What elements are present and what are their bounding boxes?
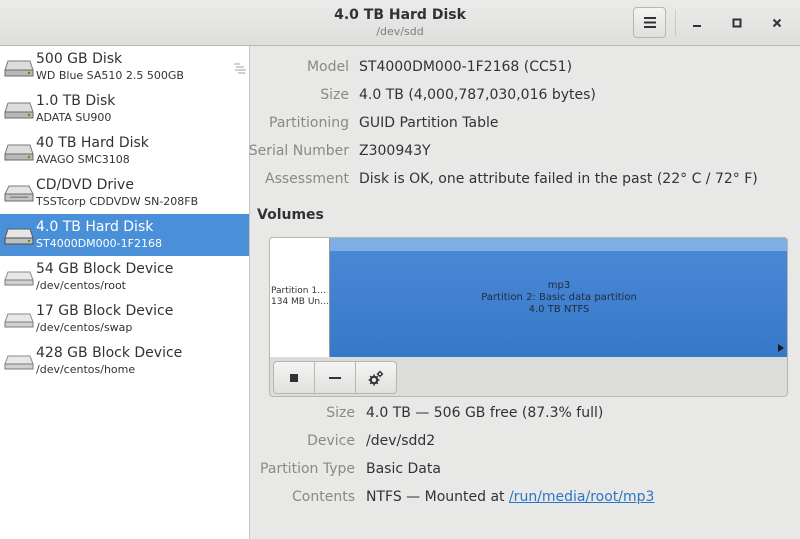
- sidebar-item-500gb-disk[interactable]: 500 GB Disk WD Blue SA510 2.5 500GB: [0, 46, 249, 88]
- partition-2-text: mp3 Partition 2: Basic data partition 4.…: [330, 280, 787, 316]
- hamburger-icon: [643, 17, 656, 28]
- block-device-icon: [4, 271, 34, 286]
- maximize-button[interactable]: [724, 10, 750, 36]
- drive-description: ST4000DM000-1F2168: [36, 237, 162, 250]
- minimize-button[interactable]: [684, 10, 710, 36]
- partition-1-size: 134 MB Un…: [271, 297, 329, 307]
- model-label: Model: [306, 59, 349, 75]
- serial-number-label: Serial Number: [248, 143, 349, 159]
- drive-name: CD/DVD Drive: [36, 177, 134, 193]
- drive-description: TSSTcorp CDDVDW SN-208FB: [36, 195, 199, 208]
- partition-type-value: Basic Data: [366, 461, 441, 477]
- partition-size-label: Size: [326, 405, 355, 421]
- drive-name: 40 TB Hard Disk: [36, 135, 149, 151]
- partition-1-block[interactable]: Partition 1… 134 MB Un…: [270, 238, 330, 357]
- drive-name: 500 GB Disk: [36, 51, 123, 67]
- window-subtitle: /dev/sdd: [376, 25, 424, 38]
- partition-2-selection-strip: [330, 238, 787, 251]
- volumes-heading: Volumes: [257, 207, 324, 223]
- sidebar-item-1tb-disk[interactable]: 1.0 TB Disk ADATA SU900: [0, 88, 249, 130]
- sidebar-item-cd-dvd-drive[interactable]: CD/DVD Drive TSSTcorp CDDVDW SN-208FB: [0, 172, 249, 214]
- drive-name: 4.0 TB Hard Disk: [36, 219, 154, 235]
- sidebar-item-17gb-block-device[interactable]: 17 GB Block Device /dev/centos/swap: [0, 298, 249, 340]
- drive-name: 17 GB Block Device: [36, 303, 174, 319]
- sidebar-item-54gb-block-device[interactable]: 54 GB Block Device /dev/centos/root: [0, 256, 249, 298]
- partition-2-label: mp3: [547, 280, 571, 291]
- device-label: Device: [307, 433, 355, 449]
- hard-disk-icon: [4, 144, 34, 161]
- close-icon: [772, 18, 782, 28]
- drive-description: /dev/centos/root: [36, 279, 126, 292]
- partition-1-name: Partition 1…: [271, 286, 327, 296]
- disk-details-panel: Model ST4000DM000-1F2168 (CC51) Size 4.0…: [248, 46, 800, 539]
- contents-text: NTFS — Mounted at: [366, 489, 509, 505]
- partition-1-text: Partition 1… 134 MB Un…: [271, 286, 329, 308]
- optical-drive-icon: [4, 185, 34, 202]
- partitioning-value: GUID Partition Table: [359, 115, 499, 131]
- partition-size-value: 4.0 TB — 506 GB free (87.3% full): [366, 405, 604, 421]
- hard-disk-icon: [4, 228, 34, 245]
- assessment-value: Disk is OK, one attribute failed in the …: [359, 171, 758, 187]
- drive-description: /dev/centos/home: [36, 363, 136, 376]
- drive-name: 1.0 TB Disk: [36, 93, 116, 109]
- hard-disk-icon: [4, 102, 34, 119]
- activity-icon: [234, 63, 246, 74]
- gears-icon: [368, 370, 384, 385]
- mount-point-link[interactable]: /run/media/root/mp3: [509, 489, 654, 505]
- play-arrow-icon: [778, 344, 784, 352]
- drive-description: /dev/centos/swap: [36, 321, 133, 334]
- contents-label: Contents: [292, 489, 355, 505]
- block-device-icon: [4, 355, 34, 370]
- minus-icon: [329, 376, 341, 379]
- size-value: 4.0 TB (4,000,787,030,016 bytes): [359, 87, 596, 103]
- partition-2-size: 4.0 TB NTFS: [528, 304, 590, 315]
- serial-number-value: Z300943Y: [359, 143, 431, 159]
- model-value: ST4000DM000-1F2168 (CC51): [359, 59, 573, 75]
- stop-icon: [290, 373, 298, 382]
- size-label: Size: [320, 87, 349, 103]
- delete-partition-button[interactable]: [314, 361, 356, 394]
- block-device-icon: [4, 313, 34, 328]
- sidebar-item-4tb-hard-disk[interactable]: 4.0 TB Hard Disk ST4000DM000-1F2168: [0, 214, 249, 256]
- sidebar-item-40tb-hard-disk[interactable]: 40 TB Hard Disk AVAGO SMC3108: [0, 130, 249, 172]
- partition-2-block[interactable]: mp3 Partition 2: Basic data partition 4.…: [330, 238, 787, 357]
- device-value: /dev/sdd2: [366, 433, 436, 449]
- drive-description: WD Blue SA510 2.5 500GB: [36, 69, 184, 82]
- unmount-button[interactable]: [273, 361, 315, 394]
- drive-name: 54 GB Block Device: [36, 261, 174, 277]
- partitioning-label: Partitioning: [269, 115, 349, 131]
- assessment-label: Assessment: [265, 171, 349, 187]
- minimize-icon: [693, 25, 701, 27]
- drive-name: 428 GB Block Device: [36, 345, 183, 361]
- partition-options-button[interactable]: [355, 361, 397, 394]
- hard-disk-icon: [4, 60, 34, 77]
- maximize-icon: [732, 18, 742, 28]
- drives-sidebar: 500 GB Disk WD Blue SA510 2.5 500GB 1.0 …: [0, 46, 250, 539]
- menu-button[interactable]: [633, 7, 666, 38]
- close-button[interactable]: [764, 10, 790, 36]
- volumes-graphic: Partition 1… 134 MB Un… mp3 Partition 2:…: [269, 237, 788, 397]
- drive-description: ADATA SU900: [36, 111, 112, 124]
- sidebar-item-428gb-block-device[interactable]: 428 GB Block Device /dev/centos/home: [0, 340, 249, 382]
- header-bar: 4.0 TB Hard Disk /dev/sdd: [0, 0, 800, 46]
- header-separator: [675, 10, 676, 36]
- partition-2-name: Partition 2: Basic data partition: [481, 292, 637, 303]
- volume-toolbar: [273, 361, 397, 394]
- partition-type-label: Partition Type: [260, 461, 355, 477]
- drive-description: AVAGO SMC3108: [36, 153, 130, 166]
- window-title: 4.0 TB Hard Disk: [334, 7, 466, 23]
- title-group: 4.0 TB Hard Disk /dev/sdd: [0, 6, 800, 40]
- contents-value: NTFS — Mounted at /run/media/root/mp3: [366, 488, 654, 506]
